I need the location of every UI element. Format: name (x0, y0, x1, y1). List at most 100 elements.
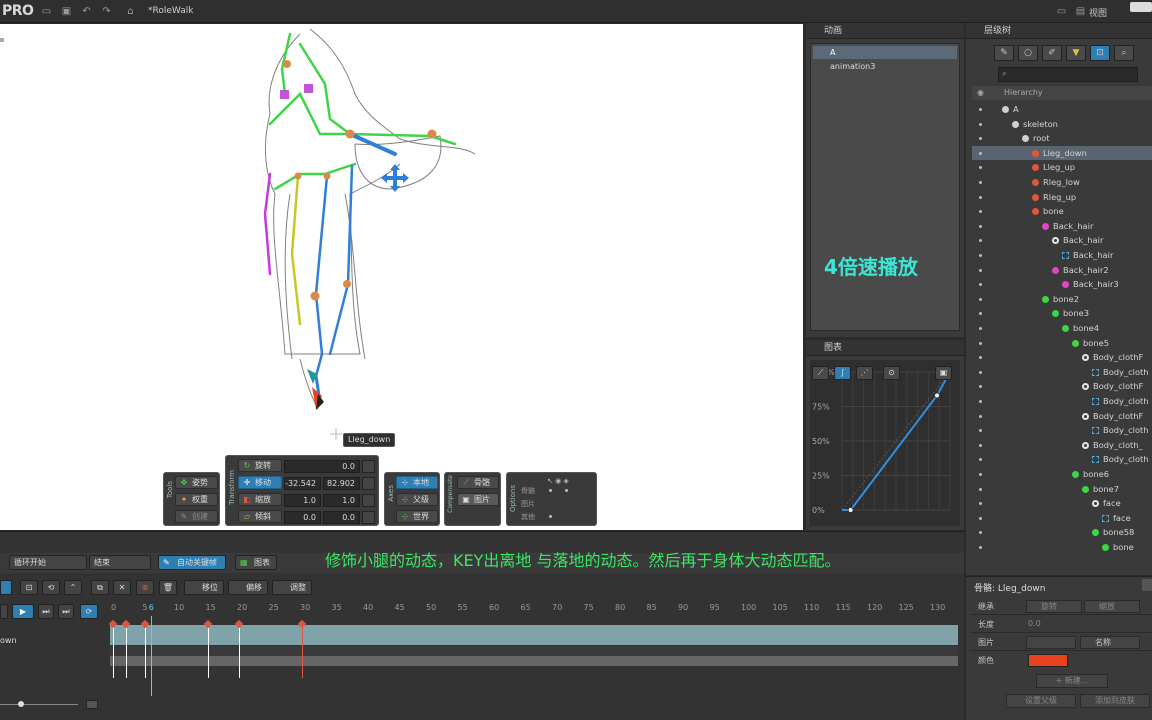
visibility-dot-icon[interactable] (979, 429, 982, 433)
keyframe-marker[interactable] (140, 619, 149, 629)
keyframe-marker[interactable] (297, 619, 307, 629)
scale-y-value[interactable]: 1.0 (323, 494, 360, 507)
visibility-dot-icon[interactable] (979, 473, 982, 476)
delete-key-icon[interactable]: ✕ (113, 580, 131, 595)
scale-x-value[interactable]: 1.0 (284, 494, 321, 507)
stepped-curve-button[interactable]: ⋰ (856, 366, 873, 380)
option-dot[interactable] (565, 489, 568, 492)
remove-key-icon[interactable]: ⊗ (136, 580, 154, 595)
attachments-filter-icon[interactable]: ✐ (1042, 45, 1062, 61)
window-controls[interactable] (1130, 2, 1152, 12)
tree-row[interactable]: root (972, 131, 1152, 146)
copy-key-icon[interactable]: ⧉ (91, 580, 109, 595)
bones-filter-icon[interactable]: ✎ (994, 45, 1014, 61)
keyframe-marker[interactable] (108, 619, 118, 629)
weights-button[interactable]: ✦ 权重 (175, 493, 218, 506)
playhead[interactable] (150, 616, 152, 696)
tree-row[interactable]: Body_clothF (972, 379, 1152, 394)
axes-local-button[interactable]: ⊹ 本地 (396, 476, 438, 489)
keyframe-marker[interactable] (234, 619, 244, 629)
tree-row[interactable]: face (972, 496, 1152, 511)
graph-option-button[interactable]: ⊙ (883, 366, 900, 380)
visibility-dot-icon[interactable] (979, 546, 982, 549)
end-button[interactable]: 结束 (89, 555, 151, 570)
tree-row[interactable]: face (972, 511, 1152, 526)
tree-row[interactable]: bone4 (972, 321, 1152, 336)
bezier-curve-button[interactable]: ∫ (834, 366, 851, 380)
tree-row[interactable]: bone58 (972, 525, 1152, 540)
slots-filter-icon[interactable]: ○ (1018, 45, 1038, 61)
visibility-dot-icon[interactable] (979, 531, 982, 535)
visibility-dot-icon[interactable] (979, 108, 982, 111)
graph-handle[interactable] (847, 507, 854, 513)
tree-row[interactable]: Back_hair (972, 233, 1152, 248)
visibility-dot-icon[interactable] (979, 195, 982, 199)
tree-row[interactable]: bone2 (972, 292, 1152, 307)
visibility-dot-icon[interactable] (979, 414, 982, 418)
tree-row[interactable]: Body_cloth (972, 365, 1152, 380)
tree-row[interactable]: bone (972, 540, 1152, 555)
visibility-dot-icon[interactable] (979, 341, 982, 345)
animation-item[interactable]: A (813, 46, 957, 59)
tree-row[interactable]: Back_hair (972, 248, 1152, 263)
compensate-bones-button[interactable]: ⟋ 骨骼 (457, 476, 499, 489)
visibility-dot-icon[interactable] (979, 370, 982, 374)
visibility-dot-icon[interactable] (979, 502, 982, 506)
tree-row[interactable]: Lleg_down (972, 145, 1152, 161)
rotate-value[interactable]: 0.0 (284, 460, 360, 473)
inherit-scale-toggle[interactable]: 缩放 (1084, 600, 1140, 613)
undo-icon[interactable]: ↶ (80, 5, 93, 18)
key-curve-icon[interactable]: ⌃ (64, 580, 82, 595)
animation-item[interactable]: animation3 (813, 60, 957, 73)
tree-row[interactable]: Body_clothF (972, 409, 1152, 424)
redo-icon[interactable]: ↷ (100, 5, 113, 18)
tree-row[interactable]: Lleg_up (972, 160, 1152, 175)
visibility-dot-icon[interactable] (979, 487, 982, 491)
translate-x-value[interactable]: -32.542 (284, 477, 321, 490)
tree-row[interactable]: A (972, 102, 1152, 117)
visibility-dot-icon[interactable] (979, 283, 982, 287)
key-bone-icon[interactable]: ⊡ (20, 580, 38, 595)
visibility-dot-icon[interactable] (979, 166, 982, 170)
properties-pin-icon[interactable] (1142, 579, 1152, 591)
shear-y-value[interactable]: 0.0 (323, 511, 360, 524)
tree-row[interactable]: Body_cloth (972, 452, 1152, 467)
select-filter-icon[interactable]: ⊡ (1090, 45, 1110, 61)
adjust-button[interactable]: 调整 (272, 580, 312, 595)
inherit-rotate-toggle[interactable]: 旋转 (1026, 600, 1082, 613)
tree-row[interactable]: Body_cloth_ (972, 438, 1152, 453)
visibility-dot-icon[interactable] (979, 254, 982, 257)
create-button[interactable]: ✎ 创建 (175, 510, 218, 523)
trash-icon[interactable]: 🗑 (159, 580, 177, 595)
save-icon[interactable]: ▣ (60, 5, 73, 18)
scale-button[interactable]: ◧ 缩放 (238, 493, 282, 506)
visibility-dot-icon[interactable] (979, 458, 982, 462)
tree-row[interactable]: bone3 (972, 306, 1152, 321)
visibility-dot-icon[interactable] (979, 312, 982, 316)
visibility-dot-icon[interactable] (979, 516, 982, 520)
tree-row[interactable]: Body_cloth (972, 394, 1152, 409)
rotate-button[interactable]: ↻ 旋转 (238, 459, 282, 472)
linear-curve-button[interactable]: ⟋ (812, 366, 829, 380)
tree-row[interactable]: Back_hair3 (972, 277, 1152, 292)
visibility-dot-icon[interactable] (979, 400, 982, 403)
graph-maximize-button[interactable]: ▣ (935, 366, 952, 380)
translate-y-value[interactable]: 82.902 (323, 477, 360, 490)
zoom-fit-icon[interactable] (86, 700, 98, 709)
view-icon[interactable]: ▤ (1074, 5, 1087, 18)
timeline-keys[interactable] (0, 616, 964, 698)
funnel-filter-icon[interactable]: ▼ (1066, 45, 1086, 61)
search-filter-icon[interactable]: ⌕ (1114, 45, 1134, 61)
open-icon[interactable]: ▭ (40, 5, 53, 18)
length-value[interactable]: 0.0 (1028, 619, 1041, 628)
tree-search-input[interactable] (998, 67, 1138, 82)
key-toggle-button[interactable] (0, 580, 12, 595)
tree-row[interactable]: Rleg_up (972, 190, 1152, 205)
viewport-canvas[interactable]: Lleg_down (0, 24, 803, 530)
visibility-dot-icon[interactable] (979, 137, 982, 141)
tree-row[interactable]: bone (972, 204, 1152, 219)
tree-row[interactable]: Rleg_low (972, 175, 1152, 190)
shift-button[interactable]: 偏移 (228, 580, 268, 595)
translate-key-icon[interactable] (362, 477, 375, 490)
option-dot[interactable] (549, 515, 552, 518)
